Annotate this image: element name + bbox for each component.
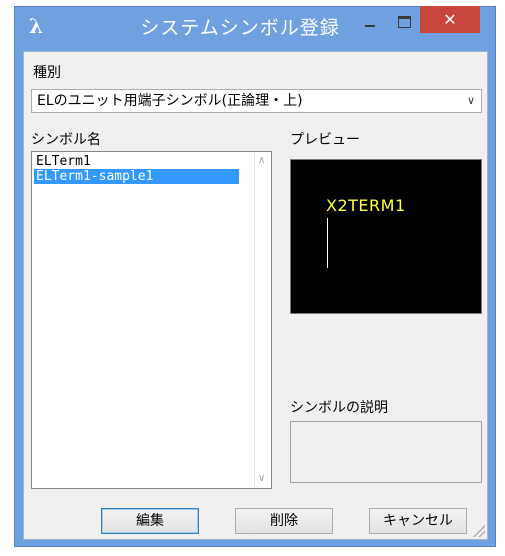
type-label: 種別 [33,65,61,81]
preview-symbol-text: X2TERM1 [326,196,406,215]
cancel-button[interactable]: キャンセル [369,508,467,534]
minimize-button[interactable] [356,13,384,35]
symbol-name-label: シンボル名 [31,132,101,148]
preview-label: プレビュー [290,132,360,148]
dialog-body: 種別 ELのユニット用端子シンボル(正論理・上) ∨ シンボル名 ELTerm1… [23,51,488,540]
title-bar[interactable]: λ システムシンボル登録 ✕ [15,6,495,49]
window-title: システムシンボル登録 [140,17,340,39]
preview-terminal-line [327,218,328,268]
maximize-button[interactable] [390,13,418,35]
chevron-down-icon[interactable]: ∨ [467,94,475,108]
dialog-window: λ システムシンボル登録 ✕ 種別 ELのユニット用端子シンボル(正論理・上) … [14,6,496,547]
symbol-listbox[interactable]: ELTerm1 ELTerm1-sample1 ∧ ∨ [31,151,272,489]
resize-grip-icon[interactable] [473,525,485,537]
scroll-up-icon[interactable]: ∧ [258,155,265,167]
description-field[interactable] [290,421,482,483]
scroll-down-icon[interactable]: ∨ [258,473,265,485]
type-dropdown-value: ELのユニット用端子シンボル(正論理・上) [37,93,303,109]
vertical-scrollbar[interactable]: ∧ ∨ [254,152,271,488]
app-icon: λ [28,14,44,38]
delete-button[interactable]: 削除 [235,508,333,534]
close-button[interactable]: ✕ [420,6,480,33]
edit-button[interactable]: 編集 [101,508,199,534]
list-item[interactable]: ELTerm1 [34,154,239,169]
type-dropdown[interactable]: ELのユニット用端子シンボル(正論理・上) ∨ [31,89,482,113]
list-item-selected[interactable]: ELTerm1-sample1 [34,169,239,184]
description-label: シンボルの説明 [290,400,388,416]
preview-canvas: X2TERM1 [290,159,482,314]
